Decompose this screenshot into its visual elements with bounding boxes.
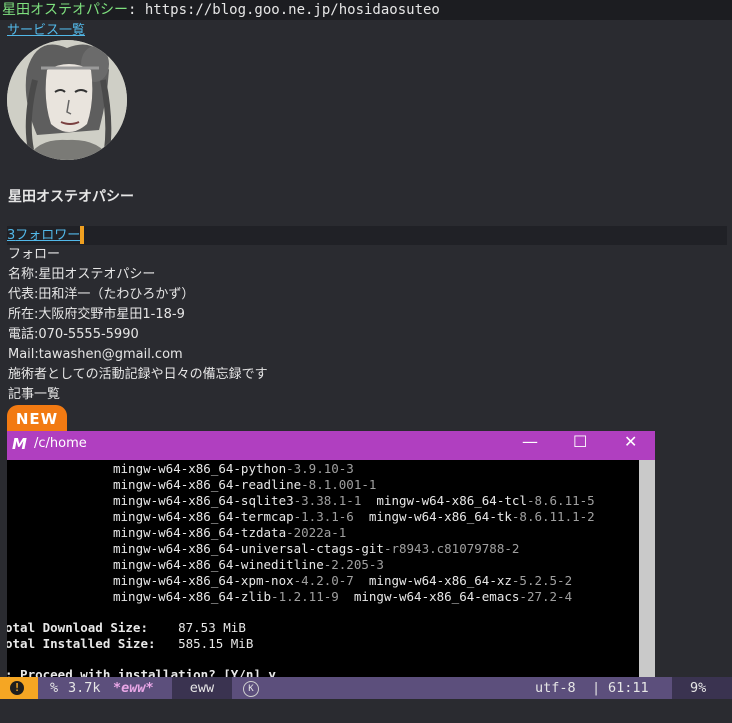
scroll-percent: 9%	[690, 680, 707, 696]
cursor-position: 61:11	[608, 680, 649, 696]
buffer-name[interactable]: *eww*	[113, 677, 154, 699]
package-line: mingw-w64-x86_64-tzdata-2022a-1	[113, 525, 347, 540]
avatar-portrait-image	[7, 40, 127, 160]
new-badge: NEW	[7, 405, 67, 431]
url-separator: :	[128, 2, 145, 18]
page-url: https://blog.goo.ne.jp/hosidaosuteo	[144, 2, 440, 18]
terminal-screenshot: M /c/home — ☐ ✕ mingw-w64-x86_64-python-…	[7, 431, 655, 677]
info-address: 所在:大阪府交野市星田1-18-9	[8, 307, 185, 322]
install-prompt-line: : Proceed with installation? [Y/n] y	[7, 667, 276, 677]
maximize-icon: ☐	[573, 432, 588, 451]
major-mode[interactable]: eww	[172, 677, 232, 699]
warning-indicator[interactable]: !	[0, 677, 38, 699]
info-description: 施術者としての活動記録や日々の備忘録です	[8, 367, 268, 382]
terminal-scrollbar	[639, 460, 655, 677]
info-name: 名称:星田オステオパシー	[8, 267, 156, 282]
minibuffer[interactable]	[0, 699, 732, 723]
buffer-size: 3.7k	[68, 680, 101, 696]
modeline-separator: |	[592, 680, 601, 696]
package-line: mingw-w64-x86_64-universal-ctags-git-r89…	[113, 541, 520, 556]
k-badge-icon: K	[243, 681, 259, 697]
package-line: mingw-w64-x86_64-xpm-nox-4.2.0-7 mingw-w…	[113, 573, 573, 588]
text-cursor	[80, 226, 85, 244]
followers-row: 3フォロワー	[7, 226, 727, 245]
mode-line: ! % 3.7k *eww* eww K utf-8 | 61:11 9%	[0, 677, 732, 699]
package-line: mingw-w64-x86_64-wineditline-2.205-3	[113, 557, 384, 572]
installed-size-line: otal Installed Size: 585.15 MiB	[7, 636, 254, 651]
info-mail: Mail:tawashen@gmail.com	[8, 347, 183, 362]
follow-label: フォロー	[8, 247, 61, 262]
article-list-label: 記事一覧	[8, 387, 61, 402]
site-name: 星田オステオパシー	[2, 2, 128, 18]
terminal-titlebar: M /c/home — ☐ ✕	[7, 431, 655, 460]
close-icon: ✕	[624, 432, 638, 451]
msys2-logo-icon: M	[12, 435, 27, 453]
package-line: mingw-w64-x86_64-termcap-1.3.1-6 mingw-w…	[113, 509, 595, 524]
info-representative: 代表:田和洋一（たわひろかず）	[8, 287, 195, 302]
package-line: mingw-w64-x86_64-sqlite3-3.38.1-1 mingw-…	[113, 493, 595, 508]
service-list-link[interactable]: サービス一覧	[7, 21, 85, 41]
scroll-percent-pill: 9%	[672, 677, 732, 699]
package-line: mingw-w64-x86_64-zlib-1.2.11-9 mingw-w64…	[113, 589, 573, 604]
followers-label: フォロワー	[15, 228, 81, 243]
encoding[interactable]: utf-8	[535, 677, 576, 699]
package-line: mingw-w64-x86_64-readline-8.1.001-1	[113, 477, 377, 492]
header-line: 星田オステオパシー: https://blog.goo.ne.jp/hosida…	[0, 0, 732, 20]
info-phone: 電話:070-5555-5990	[8, 327, 139, 342]
download-size-line: otal Download Size: 87.53 MiB	[7, 620, 246, 635]
blog-title: 星田オステオパシー	[8, 189, 134, 205]
terminal-path: /c/home	[34, 436, 87, 451]
followers-link[interactable]: 3フォロワー	[7, 228, 80, 243]
avatar	[7, 40, 127, 160]
warning-icon: !	[10, 681, 24, 695]
terminal-body: mingw-w64-x86_64-python-3.9.10-3 mingw-w…	[7, 460, 639, 677]
minimize-icon: —	[522, 432, 538, 451]
package-line: mingw-w64-x86_64-python-3.9.10-3	[113, 461, 354, 476]
modified-indicator: %	[50, 680, 59, 696]
